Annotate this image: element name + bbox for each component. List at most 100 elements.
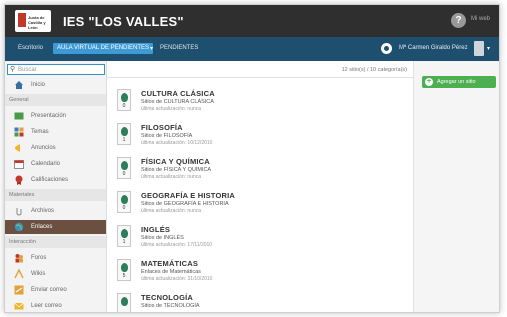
category-globe-icon bbox=[117, 293, 131, 312]
wiki-icon bbox=[14, 269, 24, 279]
category-globe-icon: 0 bbox=[117, 157, 131, 179]
category-updated: última actualización: nunca bbox=[141, 174, 202, 180]
category-count: 0 bbox=[122, 171, 126, 177]
send-mail-icon bbox=[14, 285, 24, 295]
sidebar-item-label: Calificaciones bbox=[31, 177, 69, 183]
category-updated: última actualización: 17/11/2010 bbox=[141, 242, 213, 248]
category-globe-icon: 1 bbox=[117, 225, 131, 247]
sidebar-item-label: Archivos bbox=[31, 208, 55, 214]
presentation-icon bbox=[14, 112, 24, 120]
sidebar-item-read-mail[interactable]: Leer correo bbox=[5, 299, 106, 312]
logo-text: Junta de Castilla y León bbox=[28, 15, 46, 30]
category-subtitle: Sitios de TECNOLOGÍA bbox=[141, 303, 200, 309]
category-subtitle: Sitios de CULTURA CLÁSICA bbox=[141, 99, 214, 105]
calendar-icon bbox=[14, 160, 24, 169]
sidebar-item-label: Anuncios bbox=[31, 145, 56, 151]
category-globe-icon: 0 bbox=[117, 191, 131, 213]
sidebar-item-label: Inicio bbox=[31, 82, 46, 88]
sidebar-item-label: Calendario bbox=[31, 161, 61, 167]
grades-icon bbox=[15, 175, 23, 185]
category-subtitle: Enlaces de Matemáticas bbox=[141, 269, 201, 275]
search-input[interactable]: ⚲ Buscar bbox=[7, 64, 105, 75]
add-site-button[interactable]: + Agregar un sitio bbox=[422, 76, 496, 88]
top-bar: Junta de Castilla y León IES "LOS VALLES… bbox=[5, 5, 499, 37]
category-subtitle: Sitios de FILOSOFÍA bbox=[141, 133, 193, 139]
sidebar-item-files[interactable]: Archivos bbox=[5, 204, 106, 218]
paperclip-icon bbox=[16, 208, 22, 216]
category-count: 1 bbox=[122, 137, 126, 143]
sidebar-item-label: Temas bbox=[31, 129, 49, 135]
category-subtitle: Sitios de FÍSICA Y QUÍMICA bbox=[141, 167, 212, 173]
app-window: Junta de Castilla y León IES "LOS VALLES… bbox=[4, 4, 500, 313]
envelope-icon bbox=[14, 302, 24, 310]
sidebar-item-presentation[interactable]: Presentación bbox=[5, 109, 106, 123]
category-count: 0 bbox=[122, 103, 126, 109]
sidebar-item-links[interactable]: Enlaces bbox=[5, 220, 106, 234]
sidebar-item-forums[interactable]: Foros bbox=[5, 251, 106, 265]
category-updated: última actualización: nunca bbox=[141, 106, 202, 112]
course-status: PENDIENTES bbox=[160, 45, 199, 51]
category-item[interactable]: TECNOLOGÍA Sitios de TECNOLOGÍA bbox=[107, 289, 413, 312]
junta-logo[interactable]: Junta de Castilla y León bbox=[15, 10, 51, 32]
section-label: Materiales bbox=[9, 192, 35, 198]
help-icon[interactable]: ? bbox=[451, 13, 466, 28]
chevron-down-icon[interactable]: ▾ bbox=[150, 45, 153, 52]
section-interaction: Interacción bbox=[5, 236, 106, 248]
section-label: General bbox=[9, 97, 29, 103]
sites-count: 12 sitio(s) / 10 categoría(s) bbox=[341, 67, 407, 73]
category-title[interactable]: MATEMÁTICAS bbox=[141, 259, 198, 268]
search-placeholder: Buscar bbox=[18, 67, 37, 73]
sidebar-item-home[interactable]: Inicio bbox=[5, 78, 106, 92]
sidebar-item-label: Enviar correo bbox=[31, 287, 67, 293]
sidebar-item-send-mail[interactable]: Enviar correo bbox=[5, 283, 106, 297]
topics-icon bbox=[14, 127, 24, 137]
globe-icon bbox=[14, 222, 24, 232]
sidebar-item-label: Leer correo bbox=[31, 303, 62, 309]
course-selector[interactable]: AULA VIRTUAL DE PENDIENTES bbox=[53, 43, 154, 54]
sidebar-item-label: Wikis bbox=[31, 271, 46, 277]
category-count: 1 bbox=[122, 239, 126, 245]
add-site-label: Agregar un sitio bbox=[437, 79, 476, 85]
sidebar-item-calendar[interactable]: Calendario bbox=[5, 157, 106, 171]
category-title[interactable]: FÍSICA Y QUÍMICA bbox=[141, 157, 210, 166]
category-updated: última actualización: 10/12/2010 bbox=[141, 140, 213, 146]
plus-icon: + bbox=[425, 78, 433, 86]
category-count: 0 bbox=[122, 205, 126, 211]
category-subtitle: Sitios de GEOGRAFÍA E HISTORIA bbox=[141, 201, 229, 207]
category-title[interactable]: FILOSOFÍA bbox=[141, 123, 183, 132]
category-subtitle: Sitios de INGLÉS bbox=[141, 235, 184, 241]
category-title[interactable]: INGLÉS bbox=[141, 225, 170, 234]
avatar-chevron-down-icon[interactable]: ▾ bbox=[487, 45, 490, 52]
sidebar-item-label: Foros bbox=[31, 255, 47, 261]
logo-flag-icon bbox=[18, 13, 26, 27]
sidebar-item-label: Presentación bbox=[31, 113, 67, 119]
user-name[interactable]: Mª Carmen Giraldo Pérez bbox=[399, 45, 468, 51]
section-materials: Materiales bbox=[5, 189, 106, 201]
divider bbox=[107, 77, 413, 78]
section-label: Interacción bbox=[9, 239, 36, 245]
category-title[interactable]: TECNOLOGÍA bbox=[141, 293, 193, 302]
category-updated: última actualización: 31/10/2010 bbox=[141, 276, 213, 282]
sidebar-item-wikis[interactable]: Wikis bbox=[5, 267, 106, 281]
avatar[interactable] bbox=[474, 41, 484, 56]
home-icon bbox=[15, 81, 23, 89]
section-general: General bbox=[5, 94, 106, 106]
search-icon: ⚲ bbox=[10, 66, 16, 73]
category-globe-icon: 0 bbox=[117, 89, 131, 111]
announcements-icon bbox=[15, 144, 20, 152]
my-web-link[interactable]: Mi web bbox=[471, 16, 490, 22]
sidebar: ⚲ Buscar Inicio General Presentación Tem… bbox=[5, 61, 107, 312]
gear-icon[interactable] bbox=[381, 43, 392, 54]
actions-panel: + Agregar un sitio bbox=[413, 61, 499, 312]
links-list: 12 sitio(s) / 10 categoría(s) 0 CULTURA … bbox=[107, 61, 413, 312]
sidebar-item-grades[interactable]: Calificaciones bbox=[5, 173, 106, 187]
sidebar-item-topics[interactable]: Temas bbox=[5, 125, 106, 139]
sidebar-item-announcements[interactable]: Anuncios bbox=[5, 141, 106, 155]
desktop-link[interactable]: Escritorio bbox=[18, 45, 43, 51]
category-globe-icon: 5 bbox=[117, 259, 131, 281]
category-title[interactable]: CULTURA CLÁSICA bbox=[141, 89, 215, 98]
category-title[interactable]: GEOGRAFÍA E HISTORIA bbox=[141, 191, 235, 200]
course-navbar: Escritorio AULA VIRTUAL DE PENDIENTES ▾ … bbox=[5, 37, 499, 61]
category-globe-icon: 1 bbox=[117, 123, 131, 145]
site-title[interactable]: IES "LOS VALLES" bbox=[63, 14, 184, 29]
